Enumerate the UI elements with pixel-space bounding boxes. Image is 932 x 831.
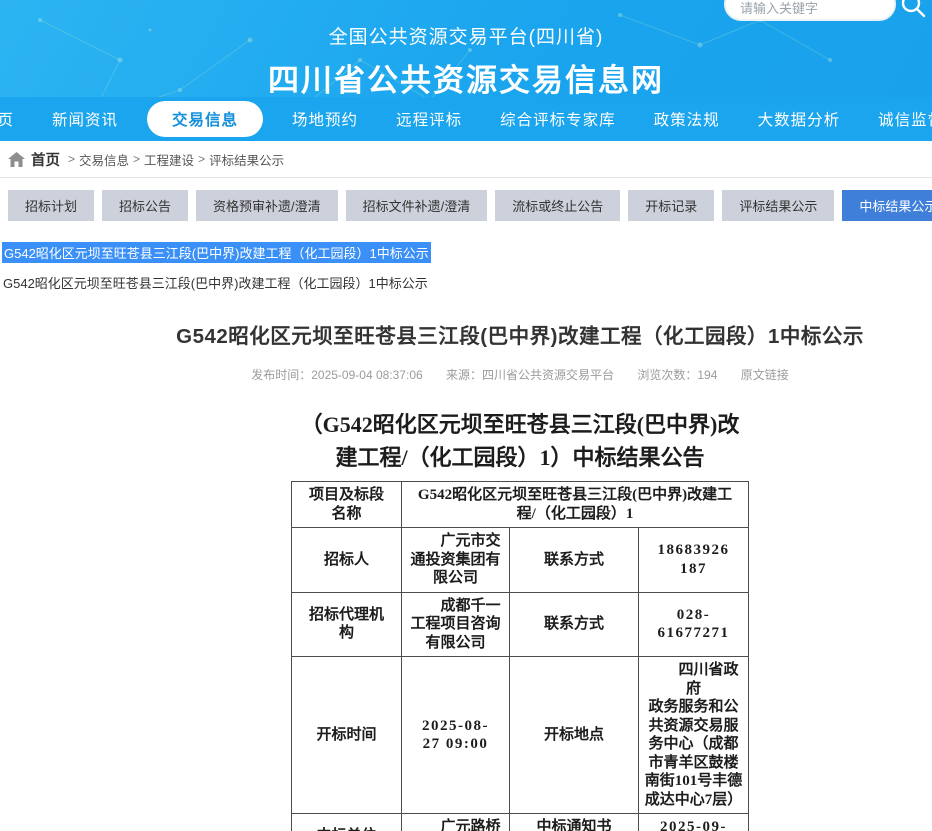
breadcrumb-separator: > — [68, 152, 75, 166]
nav-item-expert-pool[interactable]: 综合评标专家库 — [500, 108, 616, 130]
breadcrumb-trade-info[interactable]: 交易信息 — [79, 150, 129, 169]
nav-item-trade-info[interactable]: 交易信息 — [147, 101, 263, 137]
site-title: 四川省公共资源交易信息网 — [0, 55, 932, 97]
nav-item-policies[interactable]: 政策法规 — [654, 108, 720, 130]
tab-prequalification-addendum[interactable]: 资格预审补遗/澄清 — [196, 190, 338, 221]
result-links: G542昭化区元坝至旺苍县三江段(巴中界)改建工程（化工园段）1中标公示 G54… — [0, 221, 932, 292]
tab-bid-doc-addendum[interactable]: 招标文件补遗/澄清 — [346, 190, 488, 221]
category-tabs: 招标计划 招标公告 资格预审补遗/澄清 招标文件补遗/澄清 流标或终止公告 开标… — [0, 178, 932, 221]
table-row: 招标人 广元市交 通投资集团有 限公司 联系方式 18683926 187 — [291, 528, 748, 593]
nav-item-news[interactable]: 新闻资讯 — [52, 108, 118, 130]
breadcrumb-separator: > — [198, 152, 205, 166]
cell-opening-time-label: 开标时间 — [291, 657, 401, 814]
search-input[interactable] — [726, 0, 894, 19]
nav-item-remote-evaluation[interactable]: 远程评标 — [396, 108, 462, 130]
tab-failed-or-terminated[interactable]: 流标或终止公告 — [495, 190, 620, 221]
cell-tenderee: 广元市交 通投资集团有 限公司 — [401, 528, 509, 593]
cell-agency: 成都千一 工程项目咨询 有限公司 — [401, 592, 509, 657]
site-header: 全国公共资源交易平台(四川省) 四川省公共资源交易信息网 — [0, 0, 932, 97]
table-row: 开标时间 2025-08- 27 09:00 开标地点 四川省政府 政务服务和公… — [291, 657, 748, 814]
nav-item-big-data[interactable]: 大数据分析 — [758, 108, 841, 130]
nav-item-home[interactable]: 首页 — [0, 108, 14, 130]
breadcrumb-eval-results[interactable]: 评标结果公示 — [209, 150, 284, 169]
article-meta: 发布时间：2025-09-04 08:37:06 来源：四川省公共资源交易平台 … — [0, 366, 932, 383]
cell-winner: 广元路桥 集团有限公司 — [401, 814, 509, 831]
publish-time: 发布时间：2025-09-04 08:37:06 — [251, 368, 422, 382]
article: G542昭化区元坝至旺苍县三江段(巴中界)改建工程（化工园段）1中标公示 发布时… — [0, 319, 932, 831]
platform-subtitle: 全国公共资源交易平台(四川省) — [0, 22, 932, 49]
cell-notice-date: 2025-09- 10 — [638, 814, 748, 831]
tab-award-results[interactable]: 中标结果公示 — [842, 190, 932, 221]
table-row: 招标代理机 构 成都千一 工程项目咨询 有限公司 联系方式 028- 61677… — [291, 592, 748, 657]
cell-opening-place: 四川省政府 政务服务和公 共资源交易服 务中心（成都 市青羊区鼓楼 南街101号… — [638, 657, 748, 814]
cell-opening-time: 2025-08- 27 09:00 — [401, 657, 509, 814]
source: 来源：四川省公共资源交易平台 — [446, 368, 614, 382]
cell-project-name: G542昭化区元坝至旺苍县三江段(巴中界)改建工 程/（化工园段）1 — [401, 482, 748, 528]
cell-agency-phone: 028- 61677271 — [638, 592, 748, 657]
breadcrumb-home[interactable]: 首页 — [31, 149, 60, 170]
tab-bid-plan[interactable]: 招标计划 — [8, 190, 94, 221]
result-link[interactable]: G542昭化区元坝至旺苍县三江段(巴中界)改建工程（化工园段）1中标公示 — [2, 273, 932, 292]
cell-notice-date-label: 中标通知书 发出日期 — [509, 814, 638, 831]
announcement-document: （G542昭化区元坝至旺苍县三江段(巴中界)改 建工程/（化工园段）1）中标结果… — [0, 408, 932, 831]
cell-contact-label: 联系方式 — [509, 592, 638, 657]
cell-opening-place-label: 开标地点 — [509, 657, 638, 814]
search-icon[interactable] — [898, 0, 928, 20]
breadcrumb-engineering[interactable]: 工程建设 — [144, 150, 194, 169]
document-title: （G542昭化区元坝至旺苍县三江段(巴中界)改 建工程/（化工园段）1）中标结果… — [285, 408, 755, 474]
main-nav: 首页 新闻资讯 交易信息 场地预约 远程评标 综合评标专家库 政策法规 大数据分… — [0, 97, 932, 141]
table-row: 中标单位 广元路桥 集团有限公司 中标通知书 发出日期 2025-09- 10 — [291, 814, 748, 831]
cell-tenderee-label: 招标人 — [291, 528, 401, 593]
original-link[interactable]: 原文链接 — [741, 368, 789, 382]
cell-tenderee-phone: 18683926 187 — [638, 528, 748, 593]
cell-agency-label: 招标代理机 构 — [291, 592, 401, 657]
view-count: 浏览次数：194 — [637, 368, 717, 382]
page-title: G542昭化区元坝至旺苍县三江段(巴中界)改建工程（化工园段）1中标公示 — [0, 319, 932, 349]
bid-result-table: 项目及标段 名称 G542昭化区元坝至旺苍县三江段(巴中界)改建工 程/（化工园… — [291, 481, 749, 831]
breadcrumb-separator: > — [133, 152, 140, 166]
home-icon[interactable] — [8, 152, 25, 167]
result-link-selected[interactable]: G542昭化区元坝至旺苍县三江段(巴中界)改建工程（化工园段）1中标公示 — [2, 242, 431, 263]
cell-contact-label: 联系方式 — [509, 528, 638, 593]
cell-winner-label: 中标单位 — [291, 814, 401, 831]
tab-bid-opening-record[interactable]: 开标记录 — [628, 190, 714, 221]
tab-evaluation-results[interactable]: 评标结果公示 — [722, 190, 834, 221]
table-row: 项目及标段 名称 G542昭化区元坝至旺苍县三江段(巴中界)改建工 程/（化工园… — [291, 482, 748, 528]
breadcrumb: 首页 > 交易信息 > 工程建设 > 评标结果公示 — [0, 141, 932, 178]
cell-project-label: 项目及标段 名称 — [291, 482, 401, 528]
nav-item-venue-booking[interactable]: 场地预约 — [292, 108, 358, 130]
tab-bid-announcement[interactable]: 招标公告 — [102, 190, 188, 221]
search-box[interactable] — [724, 0, 896, 21]
nav-item-integrity[interactable]: 诚信监督 — [878, 108, 932, 130]
